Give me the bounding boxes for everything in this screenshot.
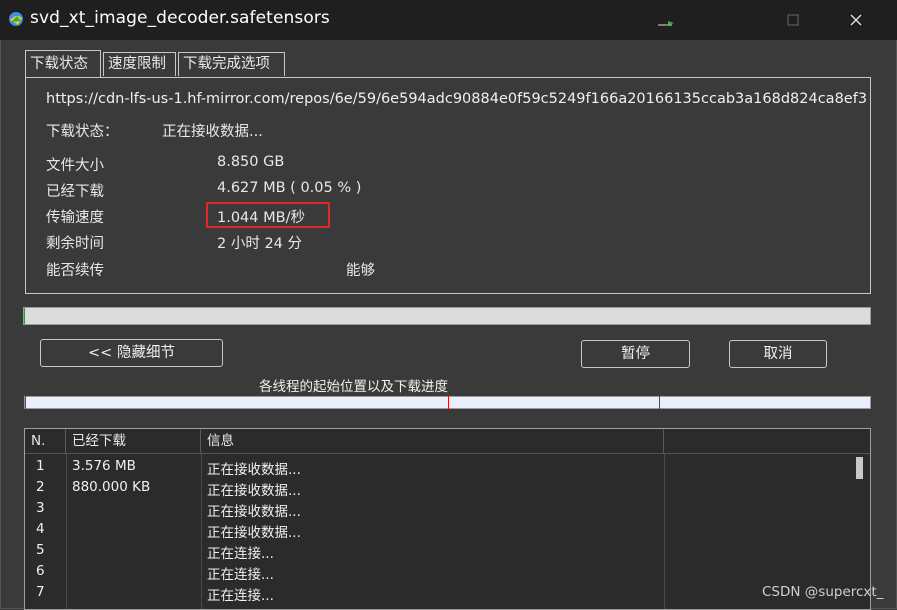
- cell-info: 正在连接...: [207, 588, 274, 604]
- tab-speed-limit[interactable]: 速度限制: [103, 52, 176, 76]
- column-header-info[interactable]: 信息: [201, 429, 664, 453]
- table-row[interactable]: 1 3.576 MB 正在接收数据...: [25, 456, 851, 478]
- table-row[interactable]: 4 正在接收数据...: [25, 519, 851, 541]
- minimize-icon: [658, 21, 674, 26]
- file-size-label: 文件大小: [46, 158, 104, 174]
- cell-number: 1: [36, 458, 45, 474]
- minimize-button[interactable]: [656, 10, 676, 30]
- downloaded-label: 已经下载: [46, 184, 104, 200]
- speed-highlight-box: [206, 202, 330, 228]
- maximize-button[interactable]: [783, 10, 803, 30]
- tab-completion-options[interactable]: 下载完成选项: [178, 52, 285, 76]
- cell-number: 6: [36, 563, 45, 579]
- cell-downloaded: 3.576 MB: [72, 458, 136, 474]
- speed-label: 传输速度: [46, 210, 104, 226]
- cell-info: 正在接收数据...: [207, 525, 301, 541]
- cell-number: 4: [36, 521, 45, 537]
- maximize-icon: [787, 14, 799, 26]
- table-body: 1 3.576 MB 正在接收数据... 2 880.000 KB 正在接收数据…: [25, 454, 851, 609]
- cell-info: 正在接收数据...: [207, 483, 301, 499]
- remaining-time-value: 2 小时 24 分: [217, 236, 303, 252]
- title-bar: svd_xt_image_decoder.safetensors: [0, 0, 897, 40]
- cancel-button[interactable]: 取消: [729, 340, 827, 368]
- cell-info: 正在接收数据...: [207, 504, 301, 520]
- overall-progress-bar: [23, 307, 871, 325]
- download-url: https://cdn-lfs-us-1.hf-mirror.com/repos…: [46, 91, 868, 107]
- cell-number: 3: [36, 500, 45, 516]
- pause-button[interactable]: 暂停: [581, 340, 690, 368]
- window-title: svd_xt_image_decoder.safetensors: [30, 8, 330, 28]
- cell-downloaded: 880.000 KB: [72, 479, 151, 495]
- remaining-time-label: 剩余时间: [46, 236, 104, 252]
- thread-start-marker: [447, 395, 449, 409]
- resume-value: 能够: [346, 263, 375, 279]
- resume-label: 能否续传: [46, 263, 104, 279]
- state-value: 正在接收数据...: [162, 124, 263, 140]
- table-row[interactable]: 7 正在连接...: [25, 582, 851, 604]
- downloader-app-icon: [9, 12, 23, 26]
- table-row[interactable]: 6 正在连接...: [25, 561, 851, 583]
- hide-details-button[interactable]: << 隐藏细节: [40, 339, 223, 367]
- threads-table: N. 已经下载 信息 1 3.576 MB 正在接收数据... 2 880.00…: [24, 428, 871, 610]
- thread-start-marker: [25, 395, 26, 409]
- close-button[interactable]: [846, 10, 866, 30]
- column-header-number[interactable]: N.: [25, 429, 66, 453]
- cell-info: 正在接收数据...: [207, 462, 301, 478]
- column-header-extra[interactable]: [664, 429, 870, 453]
- cell-number: 5: [36, 542, 45, 558]
- scrollbar-thumb[interactable]: [856, 457, 863, 479]
- threads-caption: 各线程的起始位置以及下载进度: [259, 379, 448, 395]
- state-label: 下载状态：: [46, 124, 119, 140]
- tab-download-status[interactable]: 下载状态: [25, 50, 101, 77]
- cell-number: 7: [36, 584, 45, 600]
- thread-start-marker: [658, 395, 660, 409]
- file-size-value: 8.850 GB: [217, 154, 285, 170]
- table-row[interactable]: 2 880.000 KB 正在接收数据...: [25, 477, 851, 499]
- downloaded-value: 4.627 MB ( 0.05 % ): [217, 180, 362, 196]
- close-icon: [850, 14, 862, 26]
- cell-info: 正在连接...: [207, 567, 274, 583]
- threads-progress-bar: [24, 395, 871, 409]
- watermark: CSDN @supercxt_: [762, 584, 884, 600]
- column-header-downloaded[interactable]: 已经下载: [66, 429, 201, 453]
- table-row[interactable]: 5 正在连接...: [25, 540, 851, 562]
- table-header: N. 已经下载 信息: [25, 429, 870, 454]
- status-panel: https://cdn-lfs-us-1.hf-mirror.com/repos…: [25, 77, 871, 294]
- cell-info: 正在连接...: [207, 546, 274, 562]
- table-row[interactable]: 3 正在接收数据...: [25, 498, 851, 520]
- cell-number: 2: [36, 479, 45, 495]
